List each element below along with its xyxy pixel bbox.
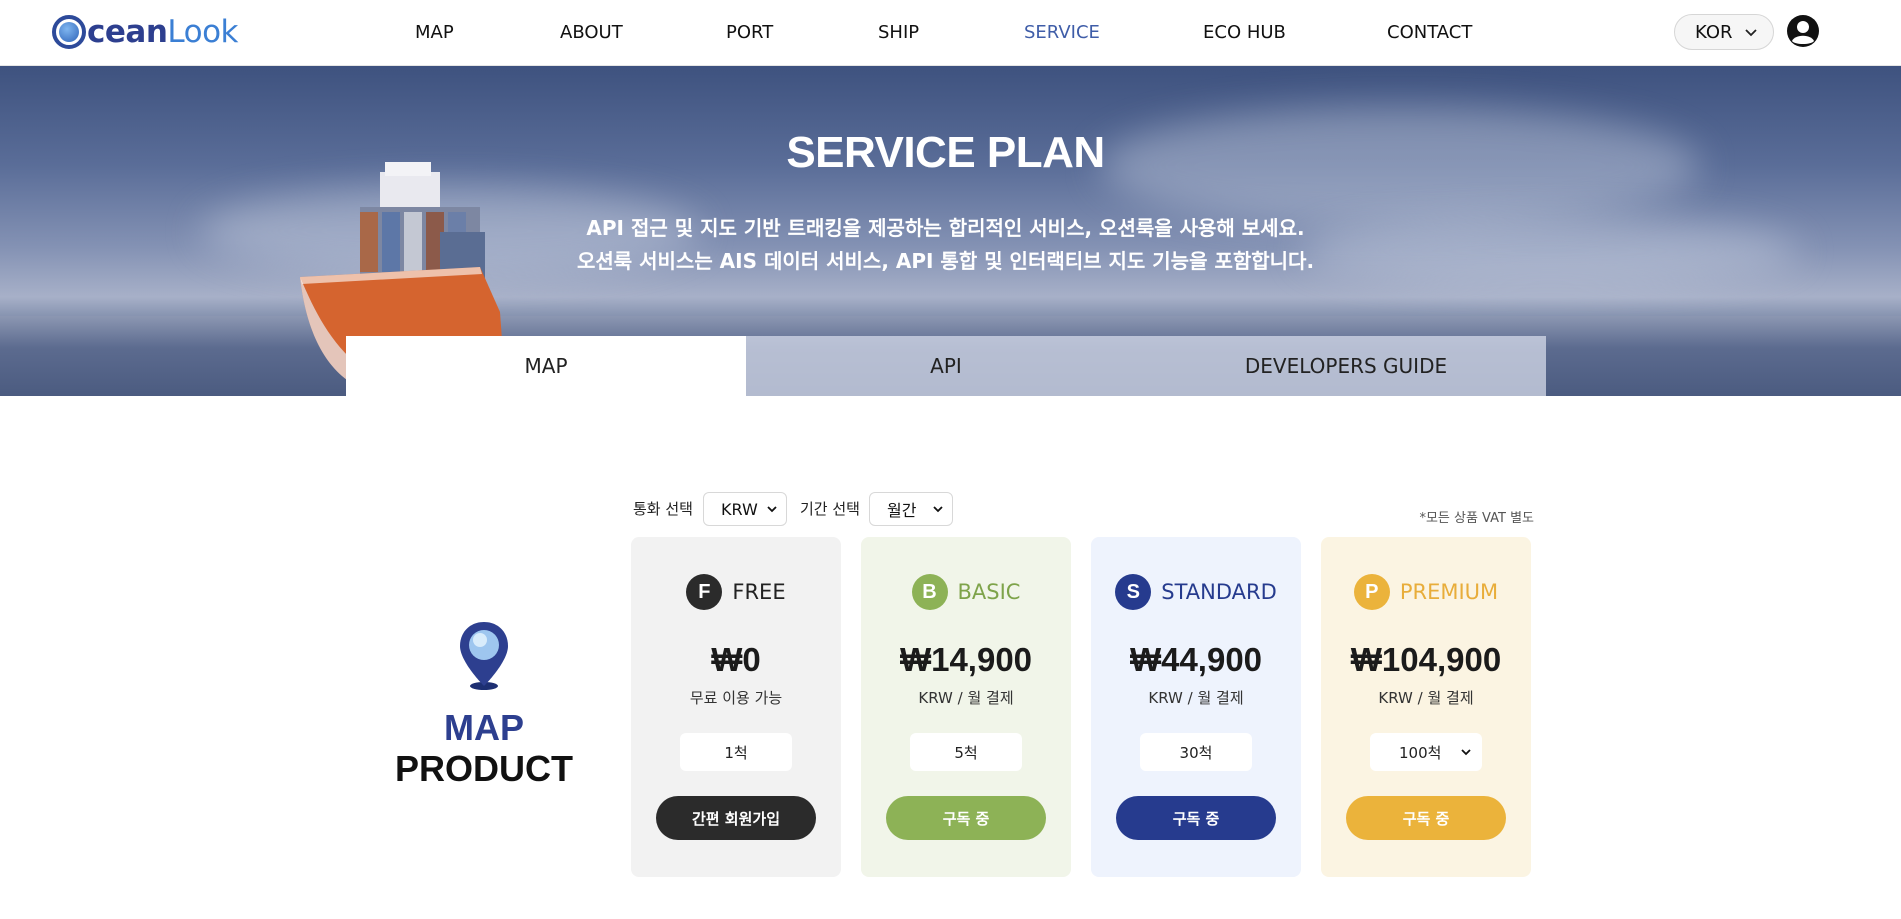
- plan-cta-button[interactable]: 구독 중: [886, 796, 1046, 840]
- plan-price: ₩44,900: [1129, 641, 1263, 678]
- plan-cta-button[interactable]: 구독 중: [1346, 796, 1506, 840]
- plan-name: BASIC: [957, 580, 1021, 604]
- hero-title: SERVICE PLAN: [786, 128, 1105, 177]
- currency-value: KRW: [721, 499, 758, 519]
- nav-service[interactable]: SERVICE: [1024, 22, 1100, 43]
- plan-name: STANDARD: [1161, 580, 1277, 604]
- nav-map[interactable]: MAP: [415, 22, 454, 43]
- plan-letter-badge: P: [1353, 574, 1390, 610]
- oceanlook-logo[interactable]: ceanLook: [52, 12, 239, 52]
- logo-wordmark: ceanLook: [87, 14, 239, 50]
- plan-price: ₩14,900: [899, 641, 1033, 678]
- plan-letter-badge: B: [911, 574, 948, 610]
- period-value: 월간: [887, 501, 917, 520]
- plan-card-basic: B BASIC ₩14,900 KRW / 월 결제 5척구독 중: [861, 537, 1071, 877]
- service-tabs: MAP API DEVELOPERS GUIDE: [346, 336, 1546, 396]
- language-value: KOR: [1695, 21, 1733, 43]
- tab-api[interactable]: API: [746, 336, 1146, 396]
- ship-count-value: 100척: [1399, 743, 1442, 762]
- hero-subtitle-line-1: API 접근 및 지도 기반 트래킹을 제공하는 합리적인 서비스, 오션룩을 …: [586, 216, 1305, 240]
- plan-price: ₩0: [711, 641, 761, 678]
- logo-globe-icon: [52, 15, 86, 49]
- nav-about[interactable]: ABOUT: [560, 22, 623, 43]
- user-account-icon[interactable]: [1786, 14, 1820, 48]
- plan-header: F FREE: [631, 574, 841, 610]
- plan-billing-period: 무료 이용 가능: [689, 689, 783, 707]
- site-header: ceanLook MAP ABOUT PORT SHIP SERVICE ECO…: [0, 0, 1901, 66]
- plan-billing-period: KRW / 월 결제: [1148, 689, 1244, 707]
- product-title-product: PRODUCT: [395, 748, 573, 789]
- plan-letter-badge: S: [1115, 574, 1152, 610]
- ship-count-box: 30척: [1140, 733, 1252, 771]
- language-selector[interactable]: KOR: [1674, 14, 1774, 50]
- plan-cta-button[interactable]: 간편 회원가입: [656, 796, 816, 840]
- chevron-down-icon: [933, 506, 943, 513]
- plan-price: ₩104,900: [1350, 641, 1502, 678]
- chevron-down-icon: [1745, 29, 1757, 37]
- ship-count-box: 5척: [910, 733, 1022, 771]
- plan-name: FREE: [732, 580, 786, 604]
- nav-ship[interactable]: SHIP: [878, 22, 919, 43]
- plan-header: S STANDARD: [1091, 574, 1301, 610]
- plan-card-premium: P PREMIUM ₩104,900 KRW / 월 결제 100척구독 중: [1321, 537, 1531, 877]
- vat-note: *모든 상품 VAT 별도: [1419, 511, 1534, 526]
- nav-contact[interactable]: CONTACT: [1387, 22, 1472, 43]
- currency-select[interactable]: KRW: [703, 492, 787, 526]
- product-title-map: MAP: [444, 707, 524, 748]
- chevron-down-icon: [767, 506, 777, 513]
- ship-count-select[interactable]: 100척: [1370, 733, 1482, 771]
- hero-subtitle-line-2: 오션룩 서비스는 AIS 데이터 서비스, API 통합 및 인터랙티브 지도 …: [576, 249, 1315, 273]
- currency-label: 통화 선택: [633, 500, 693, 518]
- plan-header: B BASIC: [861, 574, 1071, 610]
- plan-letter-badge: F: [686, 574, 723, 610]
- plan-card-standard: S STANDARD ₩44,900 KRW / 월 결제 30척구독 중: [1091, 537, 1301, 877]
- chevron-down-icon: [1461, 749, 1471, 756]
- period-select[interactable]: 월간: [869, 492, 953, 526]
- plan-card-free: F FREE ₩0 무료 이용 가능 1척간편 회원가입: [631, 537, 841, 877]
- plan-name: PREMIUM: [1399, 580, 1499, 604]
- nav-eco-hub[interactable]: ECO HUB: [1203, 22, 1286, 43]
- ship-count-box: 1척: [680, 733, 792, 771]
- plan-billing-period: KRW / 월 결제: [918, 689, 1014, 707]
- plan-cta-button[interactable]: 구독 중: [1116, 796, 1276, 840]
- nav-port[interactable]: PORT: [726, 22, 773, 43]
- plan-billing-period: KRW / 월 결제: [1378, 689, 1474, 707]
- map-pin-icon: [460, 622, 508, 690]
- tab-developers-guide[interactable]: DEVELOPERS GUIDE: [1146, 336, 1546, 396]
- period-label: 기간 선택: [800, 500, 860, 518]
- plan-header: P PREMIUM: [1321, 574, 1531, 610]
- tab-map[interactable]: MAP: [346, 336, 746, 396]
